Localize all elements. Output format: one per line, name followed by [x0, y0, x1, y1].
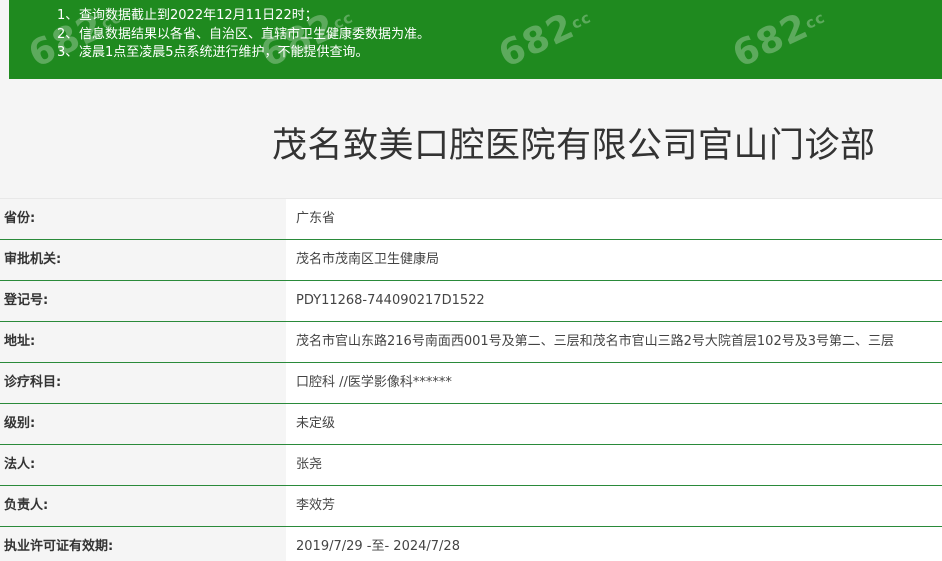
- field-label-authority: 审批机关:: [0, 240, 286, 280]
- field-label-registration: 登记号:: [0, 281, 286, 321]
- field-value-registration: PDY11268-744090217D1522: [286, 281, 942, 321]
- field-label-license-validity: 执业许可证有效期:: [0, 527, 286, 561]
- page: 682cc 682cc 682cc 682cc 1、查询数据截止到2022年12…: [0, 0, 942, 561]
- notice-text: 查询数据截止到2022年12月11日22时；: [79, 8, 318, 23]
- field-value-address: 茂名市官山东路216号南面西001号及第二、三层和茂名市官山三路2号大院首层10…: [286, 322, 942, 362]
- field-value-legal-person: 张尧: [286, 445, 942, 485]
- table-row: 级别: 未定级: [0, 404, 942, 445]
- notice-line: 2、信息数据结果以各省、自治区、直辖市卫生健康委数据为准。: [57, 26, 942, 45]
- field-label-level: 级别:: [0, 404, 286, 444]
- field-label-address: 地址:: [0, 322, 286, 362]
- notice-text: 信息数据结果以各省、自治区、直辖市卫生健康委数据为准。: [79, 26, 431, 42]
- table-row: 执业许可证有效期: 2019/7/29 -至- 2024/7/28: [0, 527, 942, 561]
- info-table: 省份: 广东省 审批机关: 茂名市茂南区卫生健康局 登记号: PDY11268-…: [0, 198, 942, 561]
- notice-line: 3、凌晨1点至凌晨5点系统进行维护，不能提供查询。: [57, 44, 942, 63]
- notice-number: 2、: [57, 26, 79, 42]
- page-title: 茂名致美口腔医院有限公司官山门诊部: [272, 126, 876, 166]
- notice-number: 1、: [57, 8, 79, 23]
- field-label-person-in-charge: 负责人:: [0, 486, 286, 526]
- field-label-province: 省份:: [0, 199, 286, 239]
- field-value-authority: 茂名市茂南区卫生健康局: [286, 240, 942, 280]
- table-row: 审批机关: 茂名市茂南区卫生健康局: [0, 240, 942, 281]
- field-value-person-in-charge: 李效芳: [286, 486, 942, 526]
- field-label-departments: 诊疗科目:: [0, 363, 286, 403]
- field-value-level: 未定级: [286, 404, 942, 444]
- table-row: 省份: 广东省: [0, 199, 942, 240]
- notice-number: 3、: [57, 45, 79, 60]
- notice-line: 1、查询数据截止到2022年12月11日22时；: [57, 7, 942, 26]
- table-row: 负责人: 李效芳: [0, 486, 942, 527]
- notice-text: 凌晨1点至凌晨5点系统进行维护，不能提供查询。: [79, 45, 369, 60]
- notice-banner: 682cc 682cc 682cc 682cc 1、查询数据截止到2022年12…: [9, 0, 942, 79]
- table-row: 登记号: PDY11268-744090217D1522: [0, 281, 942, 322]
- field-value-province: 广东省: [286, 199, 942, 239]
- field-value-license-validity: 2019/7/29 -至- 2024/7/28: [286, 527, 942, 561]
- table-row: 诊疗科目: 口腔科 //医学影像科******: [0, 363, 942, 404]
- field-value-departments: 口腔科 //医学影像科******: [286, 363, 942, 403]
- table-row: 法人: 张尧: [0, 445, 942, 486]
- table-row: 地址: 茂名市官山东路216号南面西001号及第二、三层和茂名市官山三路2号大院…: [0, 322, 942, 363]
- field-label-legal-person: 法人:: [0, 445, 286, 485]
